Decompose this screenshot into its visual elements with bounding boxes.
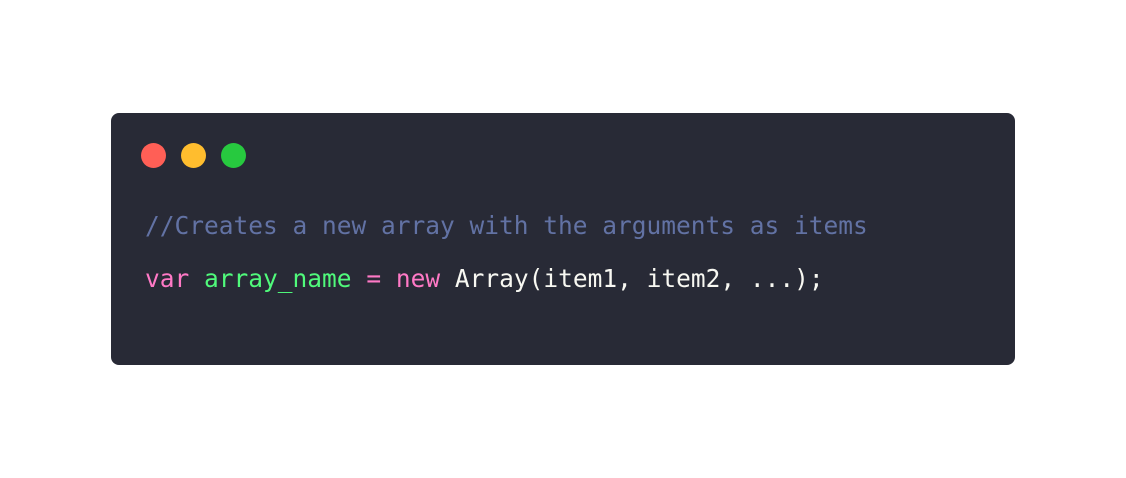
keyword-new: new (395, 264, 441, 293)
code-line-1: //Creates a new array with the arguments… (145, 199, 868, 252)
assignment-operator: = (366, 264, 382, 293)
code-comment: //Creates a new array with the arguments… (145, 211, 868, 240)
variable-name: array_name (204, 264, 352, 293)
window-controls (141, 143, 246, 168)
array-constructor-call: Array(item1, item2, ...); (454, 264, 824, 293)
minimize-window-icon[interactable] (181, 143, 206, 168)
code-window: //Creates a new array with the arguments… (111, 113, 1015, 365)
code-block: //Creates a new array with the arguments… (145, 211, 868, 305)
close-window-icon[interactable] (141, 143, 166, 168)
maximize-window-icon[interactable] (221, 143, 246, 168)
keyword-var: var (145, 264, 190, 293)
code-line-2: var array_name = new Array(item1, item2,… (145, 252, 868, 305)
